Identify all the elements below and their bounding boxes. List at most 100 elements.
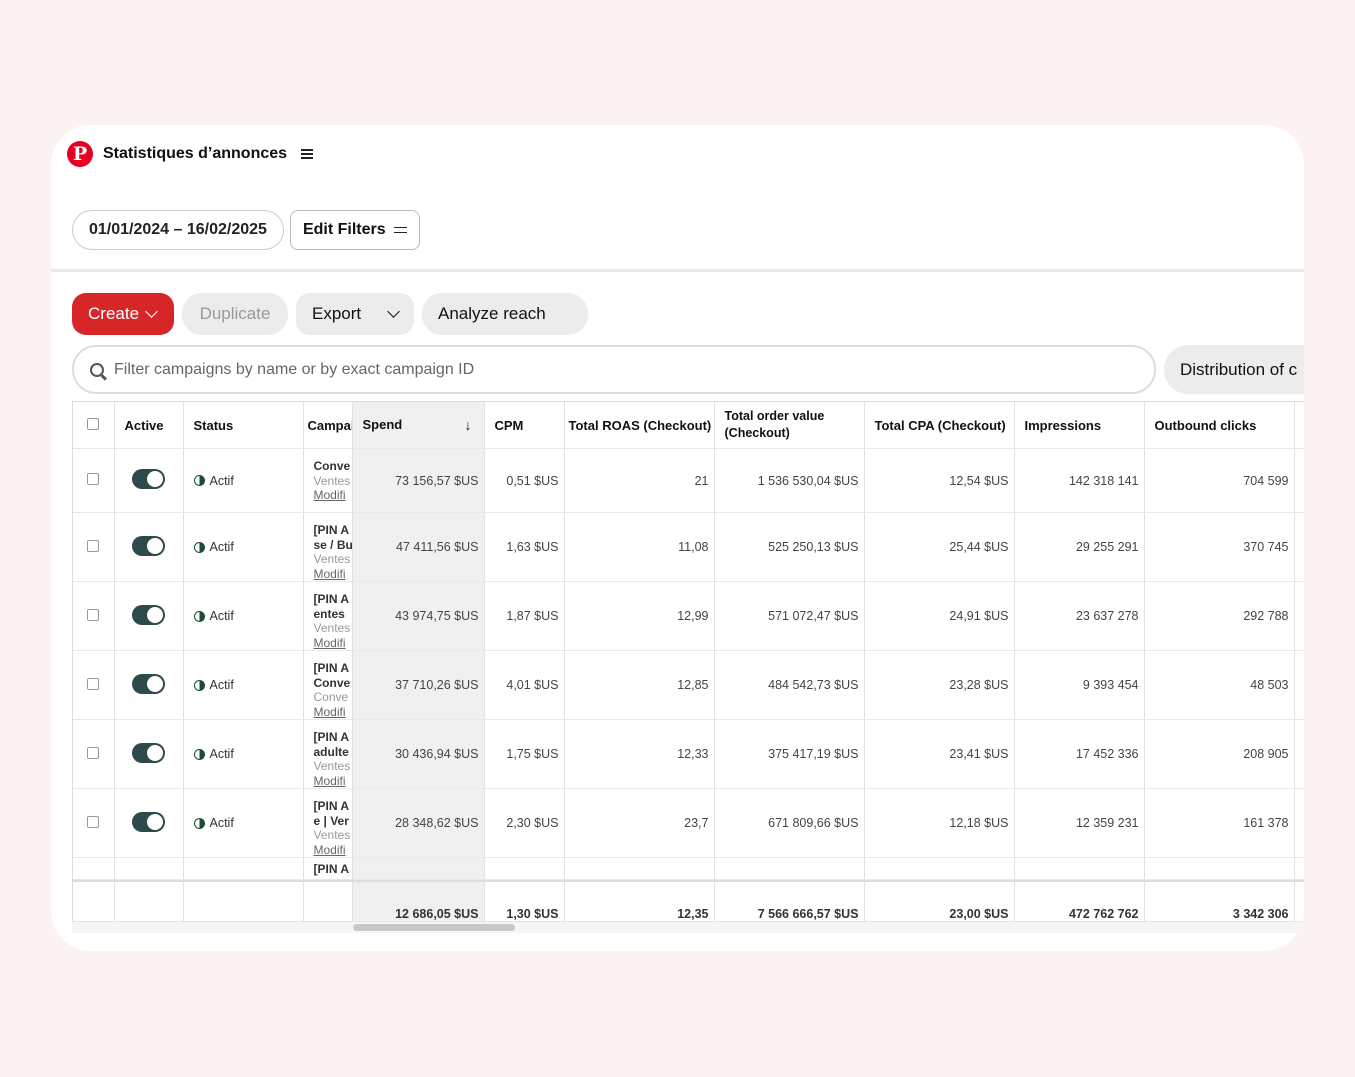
column-header-spend[interactable]: Spend ↓: [352, 401, 485, 449]
active-toggle[interactable]: [132, 673, 165, 694]
cell-spend: 37 710,26 $US: [352, 650, 485, 720]
create-button[interactable]: Create: [72, 293, 174, 335]
table-cell: [714, 857, 865, 880]
cell-order-value: 375 417,19 $US: [714, 719, 865, 789]
chevron-down-icon: [387, 305, 400, 318]
table-row[interactable]: Actif [PIN A Conve Conve Modifi 37 710,26 $US…: [73, 650, 1304, 720]
campaign-edit-link[interactable]: Modifi: [314, 705, 352, 719]
campaign-name-cell[interactable]: [PIN Aentes Ventes Modifi: [303, 581, 353, 651]
row-checkbox-cell[interactable]: [73, 650, 115, 720]
row-checkbox[interactable]: [87, 815, 100, 828]
campaign-name-cell[interactable]: [PIN Ase / Bu Ventes Modifi: [303, 512, 353, 582]
edit-filters-label: Edit Filters: [302, 221, 386, 238]
column-header-impressions[interactable]: Impressions: [1014, 401, 1145, 449]
active-toggle[interactable]: [132, 811, 165, 832]
scrollbar-thumb[interactable]: [353, 924, 515, 931]
filters-row: 01/01/2024 – 16/02/2025 Edit Filters: [72, 210, 420, 250]
campaign-name-line: [PIN A: [313, 730, 350, 744]
app-title: Statistiques d’annonces: [103, 145, 288, 162]
cell-spend: 30 436,94 $US: [352, 719, 485, 789]
campaign-name-cell[interactable]: [PIN A Conve Conve Modifi: [303, 650, 353, 720]
row-checkbox-cell[interactable]: [73, 719, 115, 789]
cell-cpm: 0,51 $US: [484, 448, 565, 513]
row-checkbox-cell[interactable]: [73, 512, 115, 582]
cell-impressions: 29 255 291: [1014, 512, 1145, 582]
select-all-checkbox-cell[interactable]: [73, 401, 115, 449]
status-cell: Actif: [183, 512, 304, 582]
campaign-name-line: adulte: [313, 744, 349, 759]
cell-cpa: 25,44 $US: [864, 512, 1015, 582]
row-checkbox-cell[interactable]: [73, 788, 115, 858]
export-button[interactable]: Export: [296, 293, 414, 335]
campaign-edit-link[interactable]: Modifi: [314, 843, 352, 857]
campaign-name-cell[interactable]: [PIN Aadulte Ventes Modifi: [303, 719, 353, 789]
status-cell: Actif: [183, 650, 304, 720]
row-checkbox[interactable]: [87, 677, 100, 690]
row-checkbox-cell[interactable]: [73, 448, 115, 513]
cell-cpa: 23,41 $US: [864, 719, 1015, 789]
column-header-status[interactable]: Status: [183, 401, 304, 449]
cell-spend: 43 974,75 $US: [352, 581, 485, 651]
total-spend: 12 686,05 $US: [352, 881, 485, 921]
chevron-down-icon: [145, 305, 158, 318]
table-row[interactable]: Actif [PIN Ase / Bu Ventes Modifi 47 411,56 …: [73, 512, 1304, 582]
table-row[interactable]: Actif Conve Ventes Modifi 73 156,57 $US 0,51 …: [73, 448, 1304, 513]
column-header-cpa[interactable]: Total CPA (Checkout): [864, 401, 1015, 449]
active-toggle-cell: [114, 448, 184, 513]
row-checkbox-cell[interactable]: [73, 581, 115, 651]
active-toggle-cell: [114, 788, 184, 858]
campaign-edit-link[interactable]: Modifi: [314, 774, 352, 788]
active-toggle[interactable]: [132, 742, 165, 763]
campaign-name-cell[interactable]: [PIN Ae | Ver Ventes Modifi: [303, 788, 353, 858]
horizontal-scrollbar[interactable]: [72, 921, 1304, 933]
active-toggle[interactable]: [132, 469, 165, 489]
column-header-campaign[interactable]: Campai: [303, 401, 353, 449]
campaign-name-cell[interactable]: Conve Ventes Modifi: [303, 448, 353, 513]
status-label: Actif: [209, 609, 234, 623]
checkbox-icon[interactable]: [87, 417, 100, 430]
column-header-order-value[interactable]: Total order value (Checkout): [714, 401, 865, 449]
edit-filters-button[interactable]: Edit Filters: [289, 210, 420, 250]
campaign-name-line: Ventes: [313, 552, 351, 566]
row-checkbox[interactable]: [87, 473, 100, 485]
cell-outbound: 370 745: [1144, 512, 1295, 582]
row-checkbox[interactable]: [87, 539, 100, 552]
column-header-cpm[interactable]: CPM: [484, 401, 565, 449]
table-cell: [1144, 857, 1295, 880]
cell-order-value: 1 536 530,04 $US: [714, 448, 865, 513]
table-row[interactable]: Actif [PIN Aadulte Ventes Modifi 30 436,94 $…: [73, 719, 1304, 789]
date-range-picker[interactable]: 01/01/2024 – 16/02/2025: [72, 210, 284, 250]
total-cpa: 23,00 $US: [864, 881, 1015, 921]
row-checkbox[interactable]: [87, 608, 100, 621]
status-badge: Actif: [184, 816, 303, 830]
cell-spend: 73 156,57 $US: [352, 448, 485, 513]
table-header-row: Active Status Campai Spend ↓ CPM Total RO…: [73, 401, 1304, 449]
search-input[interactable]: [114, 360, 1114, 379]
column-header-roas[interactable]: Total ROAS (Checkout): [564, 401, 715, 449]
menu-icon[interactable]: [301, 149, 314, 159]
active-toggle-cell: [114, 581, 184, 651]
cell-outbound: 208 905: [1144, 719, 1295, 789]
table-row[interactable]: Actif [PIN Ae | Ver Ventes Modifi 28 348,62 …: [73, 788, 1304, 858]
total-order-value: 7 566 666,57 $US: [714, 881, 865, 921]
campaign-edit-link[interactable]: Modifi: [314, 636, 352, 650]
distribution-button[interactable]: Distribution of c: [1164, 345, 1304, 394]
analyze-reach-button[interactable]: Analyze reach: [422, 293, 588, 335]
column-header-outbound-clicks[interactable]: Outbound clicks: [1144, 401, 1295, 449]
total-cpm: 1,30 $US: [484, 881, 565, 921]
active-toggle-cell: [114, 650, 184, 720]
column-header-active: Active: [114, 401, 184, 449]
row-checkbox[interactable]: [87, 746, 100, 759]
table-row-partial[interactable]: [PIN A: [73, 857, 1304, 880]
status-cell: Actif: [183, 719, 304, 789]
table-row[interactable]: Actif [PIN Aentes Ventes Modifi 43 974,75 $U…: [73, 581, 1304, 651]
campaign-edit-link[interactable]: Modifi: [314, 567, 352, 581]
campaign-name-cell[interactable]: [PIN A: [303, 857, 353, 880]
campaign-edit-link[interactable]: Modifi: [314, 488, 352, 503]
cell-roas: 12,33: [564, 719, 715, 789]
active-toggle[interactable]: [132, 535, 165, 556]
campaign-name-line: Ventes: [313, 473, 351, 488]
totals-empty-cell: [183, 881, 304, 921]
active-toggle[interactable]: [132, 604, 165, 625]
duplicate-button[interactable]: Duplicate: [182, 293, 288, 335]
